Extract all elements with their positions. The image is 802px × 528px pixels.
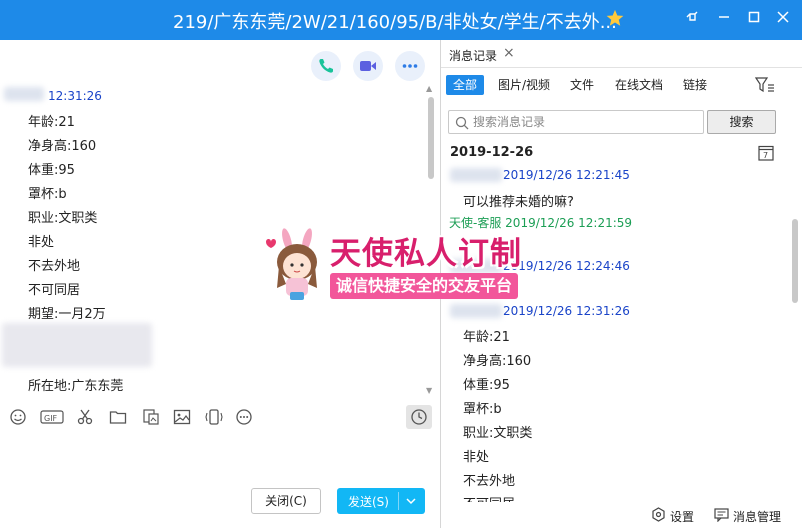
scroll-up-icon[interactable]: ▲ [426,84,432,93]
history-icon [411,409,427,425]
svg-text:GIF: GIF [44,414,58,423]
message-line: 职业:文职类 [28,211,98,226]
pin-icon[interactable] [681,8,703,30]
message-line: 罩杯:b [28,187,67,202]
input-toolbar: GIF [0,400,440,434]
star-icon[interactable] [606,9,624,27]
more-icon[interactable] [235,408,253,426]
voice-call-button[interactable] [311,51,341,81]
calendar-icon[interactable]: 7 [758,144,774,161]
more-button[interactable] [395,51,425,81]
message-line: 净身高:160 [28,139,97,154]
image-icon[interactable] [173,408,191,426]
blurred-content [2,323,152,367]
watermark: 天使私人订制 诚信快捷安全的交友平台 [262,226,542,304]
send-button[interactable]: 发送(S) [337,488,425,514]
close-tab-icon[interactable]: × [503,45,515,61]
emoji-icon[interactable] [9,408,27,426]
history-message-line: 不去外地 [463,474,516,489]
filter-icon[interactable] [755,76,775,94]
message-line: 不可同居 [28,283,81,298]
message-line: 年龄:21 [28,115,75,130]
message-manage-button[interactable]: 消息管理 [714,508,782,525]
cartoon-girl-mascot [266,228,317,300]
sender-name-blurred [450,168,502,182]
video-call-button[interactable] [353,51,383,81]
watermark-subtitle: 诚信快捷安全的交友平台 [330,273,519,299]
sender-name-blurred [4,87,44,101]
message-line: 体重:95 [28,163,75,178]
history-message-line: 职业:文职类 [463,426,533,441]
filter-tab-all[interactable]: 全部 [446,75,485,95]
gif-icon[interactable]: GIF [40,408,64,426]
window-title: 219/广东东莞/2W/21/160/95/B/非处女/学生/不去外... [173,12,617,33]
message-line: 不去外地 [28,259,81,274]
watermark-title: 天使私人订制 [330,236,522,272]
filter-tab-media[interactable]: 图片/视频 [498,75,550,95]
history-message-line: 可以推荐未婚的嘛? [463,195,574,210]
gear-icon [652,507,665,522]
chevron-down-icon[interactable] [405,495,417,507]
history-timestamp: 2019/12/26 12:21:45 [503,168,630,182]
settings-label: 设置 [670,510,695,524]
message-manage-icon [714,508,729,522]
maximize-icon[interactable] [743,8,765,30]
filter-tab-files[interactable]: 文件 [570,75,594,95]
tab-message-history[interactable]: 消息记录 [449,47,497,64]
message-line: 期望:一月2万 [28,307,106,322]
history-message-line: 罩杯:b [463,402,502,417]
close-icon[interactable] [772,8,794,30]
minimize-icon[interactable] [713,8,735,30]
history-search-box [448,110,704,134]
image-text-icon[interactable] [142,408,160,426]
history-search-button[interactable]: 搜索 [707,110,776,134]
scroll-down-icon[interactable]: ▼ [426,386,432,395]
tab-divider [441,67,802,68]
send-label: 发送(S) [348,495,389,509]
history-button[interactable] [406,405,432,429]
send-divider [398,492,399,510]
scissors-icon[interactable] [76,408,94,426]
phone-icon [319,59,333,73]
filter-tab-links[interactable]: 链接 [683,75,707,95]
settings-button[interactable]: 设置 [652,507,695,525]
message-line: 所在地:广东东莞 [28,379,124,394]
history-message-line: 净身高:160 [463,354,532,369]
folder-icon[interactable] [109,408,127,426]
message-line: 非处 [28,235,55,250]
close-button[interactable]: 关闭(C) [251,488,321,514]
filter-tab-docs[interactable]: 在线文档 [615,75,663,95]
history-message-line: 体重:95 [463,378,510,393]
message-timestamp: 12:31:26 [48,89,102,103]
search-icon [455,116,469,130]
video-icon [360,61,376,71]
history-message-line: 非处 [463,450,490,465]
history-timestamp: 2019/12/26 12:31:26 [503,304,630,318]
history-date: 2019-12-26 [450,145,534,160]
svg-text:7: 7 [763,151,768,160]
message-manage-label: 消息管理 [733,510,782,524]
vibrate-icon[interactable] [205,408,223,426]
chat-scrollbar[interactable] [428,97,434,179]
history-search-input[interactable] [473,113,699,131]
history-scrollbar[interactable] [792,219,798,303]
more-dots-icon [402,64,418,68]
title-bar: 219/广东东莞/2W/21/160/95/B/非处女/学生/不去外... [0,0,802,40]
history-message-line: 年龄:21 [463,330,510,345]
sender-name-blurred [450,304,502,318]
